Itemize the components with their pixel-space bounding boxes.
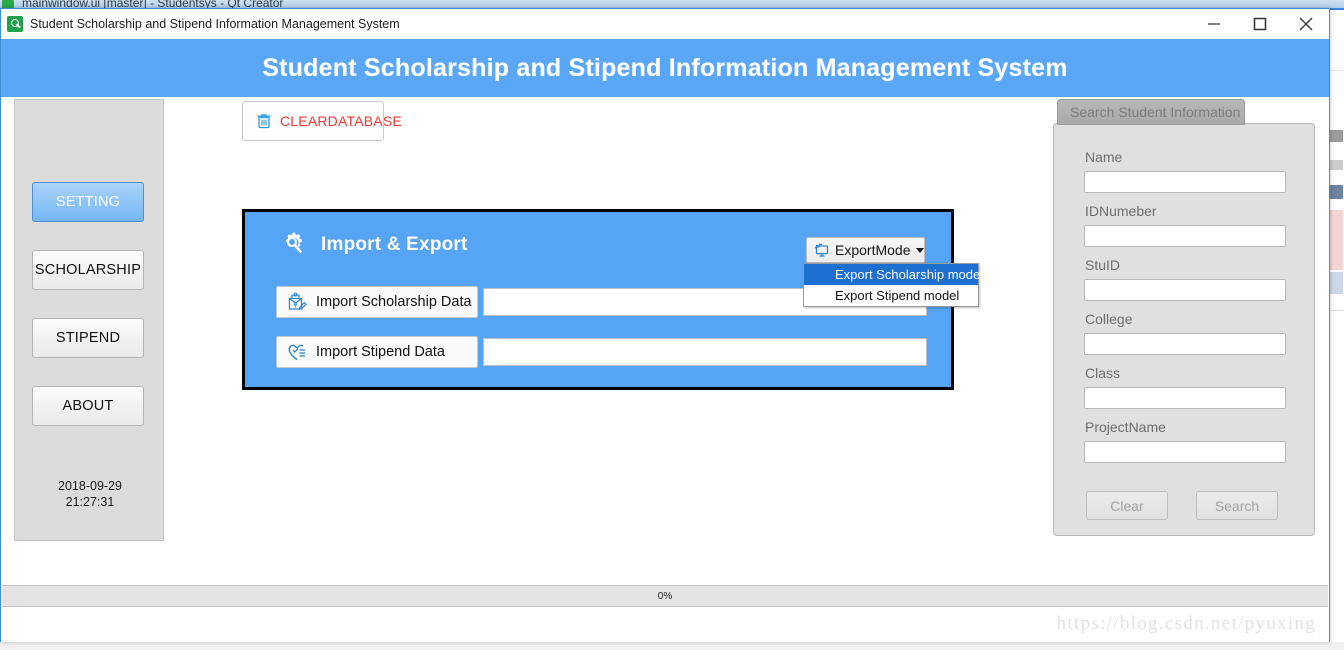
sidebar-item-stipend[interactable]: STIPEND <box>32 318 144 358</box>
page-title: Student Scholarship and Stipend Informat… <box>262 53 1068 82</box>
import-stipend-button[interactable]: Import Stipend Data <box>276 336 478 368</box>
progress-bar: 0% <box>2 585 1328 607</box>
search-label-class: Class <box>1085 365 1121 381</box>
import-stipend-path-input[interactable] <box>483 338 927 366</box>
search-input-college[interactable] <box>1084 333 1286 355</box>
import-export-panel: Import & Export ExportMode Export Schola… <box>242 209 983 390</box>
ide-sliver-block <box>1330 210 1343 270</box>
menu-item-export-stipend-model[interactable]: Export Stipend model <box>804 285 978 306</box>
import-scholarship-button[interactable]: ¥ Import Scholarship Data <box>276 286 478 318</box>
clear-database-button[interactable]: CLEARDATABASE <box>242 101 402 141</box>
search-label-college: College <box>1085 311 1133 327</box>
stipend-heart-icon <box>286 341 308 363</box>
window-titlebar: Student Scholarship and Stipend Informat… <box>1 9 1329 39</box>
sidebar-item-about[interactable]: ABOUT <box>32 386 144 426</box>
scholarship-import-icon: ¥ <box>286 291 308 313</box>
window-controls <box>1191 9 1329 39</box>
window-title: Student Scholarship and Stipend Informat… <box>30 16 400 31</box>
app-banner: Student Scholarship and Stipend Informat… <box>1 39 1329 97</box>
search-input-class[interactable] <box>1084 387 1286 409</box>
import-stipend-row: Import Stipend Data <box>276 336 927 368</box>
close-icon[interactable] <box>1283 9 1329 39</box>
clear-button[interactable]: Clear <box>1086 491 1168 520</box>
search-label-name: Name <box>1085 149 1123 165</box>
search-button[interactable]: Search <box>1196 491 1278 520</box>
sidebar-item-label: SCHOLARSHIP <box>34 262 142 278</box>
sidebar-clock: 2018-09-29 21:27:31 <box>15 478 165 510</box>
sidebar-item-setting[interactable]: SETTING <box>32 182 144 222</box>
ide-sliver-block <box>1330 160 1343 170</box>
sidebar-item-label: SETTING <box>55 194 121 210</box>
magnifier-icon <box>7 15 23 32</box>
import-scholarship-label: Import Scholarship Data <box>316 294 472 310</box>
search-input-projectname[interactable] <box>1084 441 1286 463</box>
maximize-icon[interactable] <box>1237 9 1283 39</box>
search-student-group: Name IDNumeber StuID College Class Proje… <box>1053 123 1315 536</box>
main-content: SETTING SCHOLARSHIP STIPEND ABOUT 2018-0… <box>1 97 1329 642</box>
watermark-text: https://blog.csdn.net/pyuxing <box>1056 612 1316 634</box>
application-window: Student Scholarship and Stipend Informat… <box>0 8 1330 642</box>
search-label-projectname: ProjectName <box>1085 419 1166 435</box>
statusbar: https://blog.csdn.net/pyuxing <box>2 607 1328 640</box>
menu-item-export-scholarship-model[interactable]: Export Scholarship model <box>804 264 983 285</box>
export-mode-button[interactable]: ExportMode <box>806 237 925 263</box>
monitor-export-icon <box>814 243 830 258</box>
export-mode-label: ExportMode <box>835 242 911 258</box>
minimize-icon[interactable] <box>1191 9 1237 39</box>
search-group-title: Search Student Information <box>1057 99 1245 125</box>
ide-sliver-block <box>1330 130 1343 142</box>
export-mode-menu[interactable]: Export Scholarship model Export Stipend … <box>803 263 983 307</box>
trash-icon <box>255 112 273 130</box>
ide-sliver-block <box>1330 185 1343 199</box>
search-input-stuid[interactable] <box>1084 279 1286 301</box>
clock-date: 2018-09-29 <box>58 479 122 493</box>
search-label-stuid: StuID <box>1085 257 1121 273</box>
sidebar-item-label: STIPEND <box>55 330 121 346</box>
chevron-down-icon <box>916 247 925 253</box>
search-label-idnumeber: IDNumeber <box>1085 203 1157 219</box>
search-input-name[interactable] <box>1084 171 1286 193</box>
sidebar: SETTING SCHOLARSHIP STIPEND ABOUT 2018-0… <box>14 99 164 541</box>
sidebar-item-scholarship[interactable]: SCHOLARSHIP <box>32 250 144 290</box>
sidebar-item-label: ABOUT <box>62 398 114 414</box>
progress-label: 0% <box>657 590 673 602</box>
import-export-title: Import & Export <box>321 234 468 255</box>
search-input-idnumeber[interactable] <box>1084 225 1286 247</box>
import-stipend-label: Import Stipend Data <box>316 344 445 360</box>
import-export-header: Import & Export <box>277 229 468 261</box>
svg-text:¥: ¥ <box>293 302 298 310</box>
gear-magnifier-icon <box>277 229 309 261</box>
clear-database-label: CLEARDATABASE <box>280 113 402 129</box>
clock-time: 21:27:31 <box>65 495 115 509</box>
ide-sliver-block <box>1330 272 1343 294</box>
